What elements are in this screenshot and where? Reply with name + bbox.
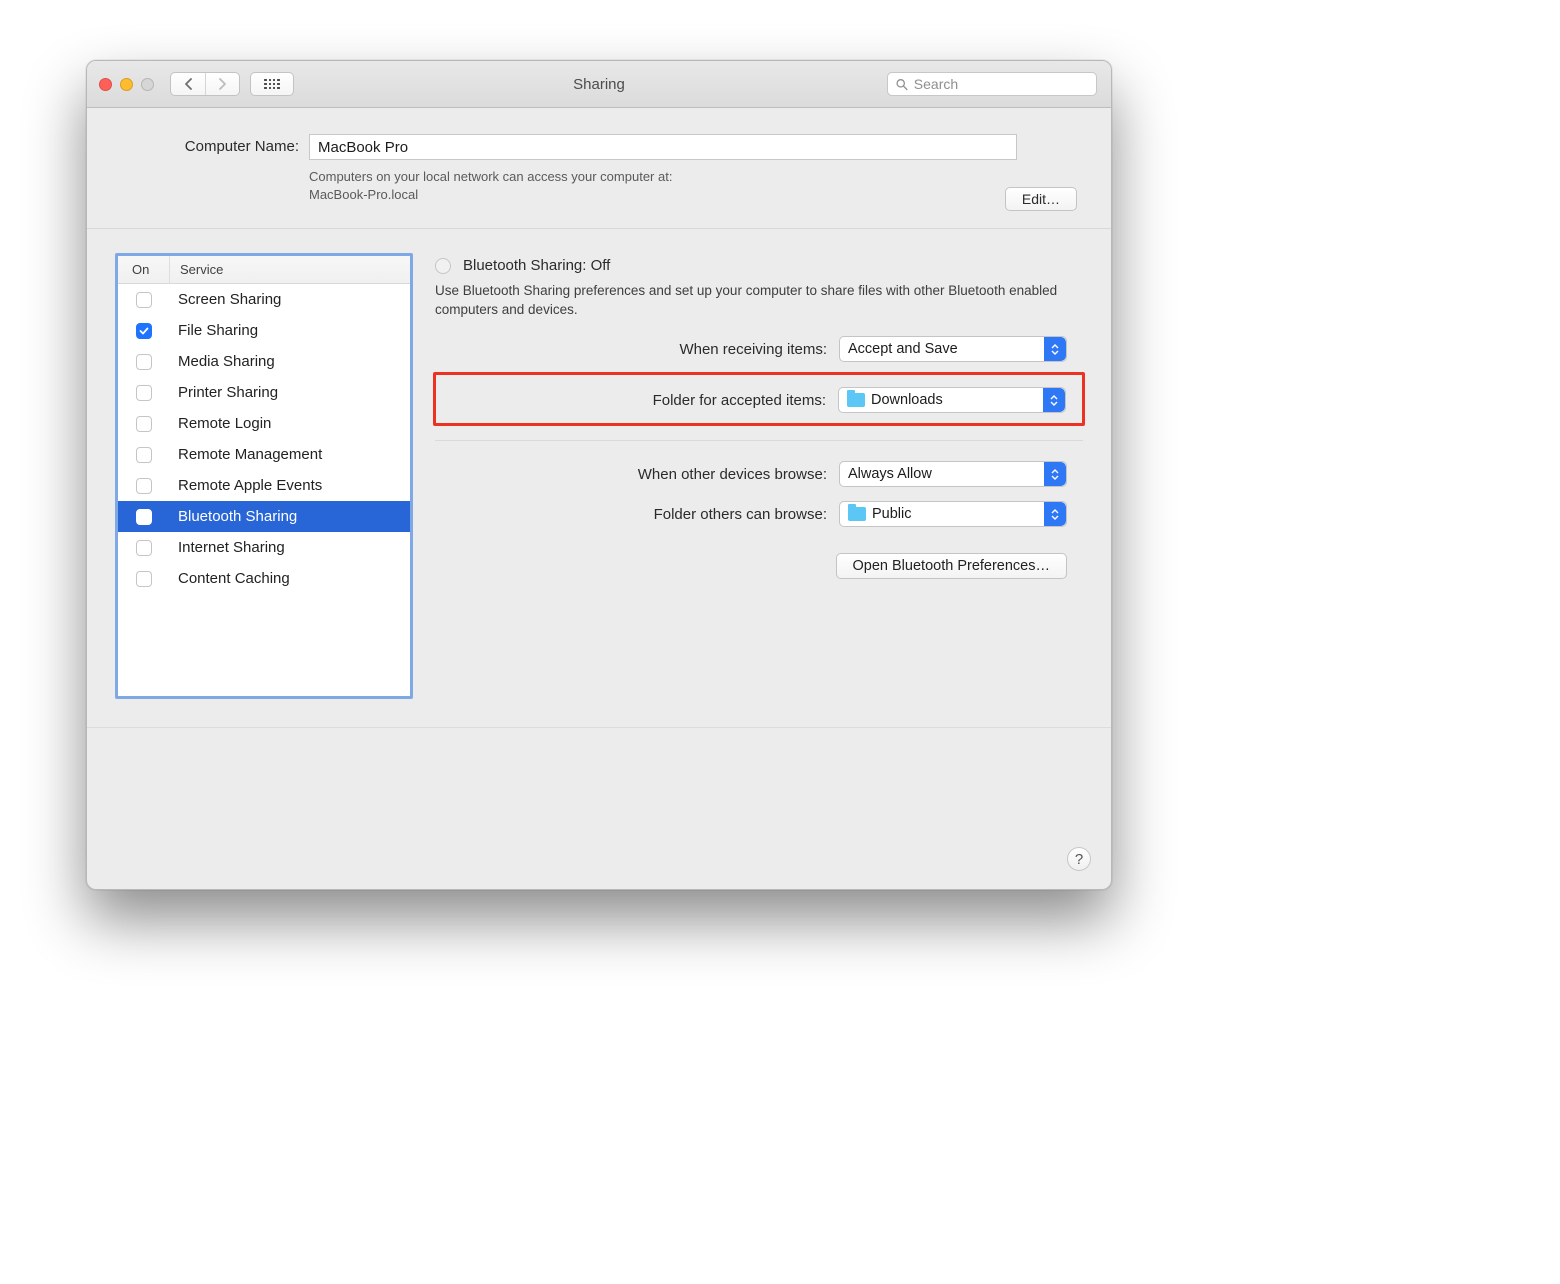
service-row[interactable]: Printer Sharing bbox=[118, 377, 410, 408]
window-controls bbox=[99, 78, 154, 91]
popup-arrows-icon bbox=[1044, 462, 1066, 486]
service-detail: Bluetooth Sharing: Off Use Bluetooth Sha… bbox=[435, 253, 1083, 699]
minimize-window-button[interactable] bbox=[120, 78, 133, 91]
popup-arrows-icon bbox=[1044, 337, 1066, 361]
services-header: On Service bbox=[118, 256, 410, 284]
service-checkbox[interactable] bbox=[136, 416, 152, 432]
computer-name-help-line1: Computers on your local network can acce… bbox=[309, 169, 672, 184]
services-table[interactable]: On Service Screen Sharing File Sharing Med… bbox=[115, 253, 413, 699]
grid-icon bbox=[264, 79, 279, 90]
zoom-window-button[interactable] bbox=[141, 78, 154, 91]
service-label: Content Caching bbox=[170, 570, 410, 587]
receiving-items-value: Accept and Save bbox=[848, 341, 958, 357]
browse-folder-row: Folder others can browse: Public bbox=[435, 501, 1083, 527]
nav-back-forward bbox=[170, 72, 240, 96]
service-label: Screen Sharing bbox=[170, 291, 410, 308]
service-status: Bluetooth Sharing: Off bbox=[463, 257, 610, 274]
service-checkbox[interactable] bbox=[136, 292, 152, 308]
bottom-divider bbox=[87, 727, 1111, 728]
receiving-items-row: When receiving items: Accept and Save bbox=[435, 336, 1083, 362]
service-checkbox[interactable] bbox=[136, 509, 152, 525]
detail-divider bbox=[435, 440, 1083, 441]
service-enable-radio[interactable] bbox=[435, 258, 451, 274]
chevron-right-icon bbox=[218, 78, 227, 90]
receiving-items-label: When receiving items: bbox=[679, 341, 827, 358]
column-header-service: Service bbox=[170, 256, 410, 283]
open-bluetooth-preferences-button[interactable]: Open Bluetooth Preferences… bbox=[836, 553, 1067, 579]
browse-label: When other devices browse: bbox=[638, 466, 827, 483]
accepted-folder-label: Folder for accepted items: bbox=[653, 392, 826, 409]
accepted-folder-value: Downloads bbox=[871, 392, 943, 408]
computer-name-row: Computer Name: Computers on your local n… bbox=[87, 108, 1111, 218]
service-checkbox[interactable] bbox=[136, 571, 152, 587]
computer-name-label: Computer Name: bbox=[117, 134, 309, 155]
service-row[interactable]: Remote Management bbox=[118, 439, 410, 470]
service-row[interactable]: Bluetooth Sharing bbox=[118, 501, 410, 532]
popup-arrows-icon bbox=[1044, 502, 1066, 526]
service-label: Remote Apple Events bbox=[170, 477, 410, 494]
search-input[interactable] bbox=[914, 76, 1088, 92]
browse-folder-value: Public bbox=[872, 506, 912, 522]
show-all-button[interactable] bbox=[250, 72, 294, 96]
popup-arrows-icon bbox=[1043, 388, 1065, 412]
content-area: On Service Screen Sharing File Sharing Med… bbox=[87, 229, 1111, 713]
service-checkbox[interactable] bbox=[136, 354, 152, 370]
service-row[interactable]: Internet Sharing bbox=[118, 532, 410, 563]
search-icon bbox=[896, 78, 908, 91]
service-label: Printer Sharing bbox=[170, 384, 410, 401]
browse-row: When other devices browse: Always Allow bbox=[435, 461, 1083, 487]
help-glyph: ? bbox=[1075, 851, 1083, 868]
browse-value: Always Allow bbox=[848, 466, 932, 482]
service-checkbox[interactable] bbox=[136, 385, 152, 401]
computer-name-help: Computers on your local network can acce… bbox=[309, 168, 869, 204]
sharing-preferences-window: Sharing Computer Name: Computers on your… bbox=[86, 60, 1112, 890]
nav-back-button[interactable] bbox=[171, 73, 205, 95]
browse-popup[interactable]: Always Allow bbox=[839, 461, 1067, 487]
service-row[interactable]: File Sharing bbox=[118, 315, 410, 346]
search-field[interactable] bbox=[887, 72, 1097, 96]
service-row[interactable]: Remote Apple Events bbox=[118, 470, 410, 501]
folder-icon bbox=[848, 507, 866, 521]
receiving-items-popup[interactable]: Accept and Save bbox=[839, 336, 1067, 362]
computer-name-help-line2: MacBook-Pro.local bbox=[309, 187, 418, 202]
chevron-left-icon bbox=[184, 78, 193, 90]
accepted-folder-highlight: Folder for accepted items: Downloads bbox=[433, 372, 1085, 426]
titlebar: Sharing bbox=[87, 61, 1111, 108]
computer-name-input[interactable] bbox=[309, 134, 1017, 160]
browse-folder-popup[interactable]: Public bbox=[839, 501, 1067, 527]
folder-icon bbox=[847, 393, 865, 407]
services-rows: Screen Sharing File Sharing Media Sharing P… bbox=[118, 284, 410, 594]
service-row[interactable]: Remote Login bbox=[118, 408, 410, 439]
service-label: Remote Management bbox=[170, 446, 410, 463]
service-label: Media Sharing bbox=[170, 353, 410, 370]
nav-forward-button[interactable] bbox=[205, 73, 239, 95]
edit-hostname-button[interactable]: Edit… bbox=[1005, 187, 1077, 211]
help-button[interactable]: ? bbox=[1067, 847, 1091, 871]
service-checkbox[interactable] bbox=[136, 447, 152, 463]
service-row[interactable]: Screen Sharing bbox=[118, 284, 410, 315]
service-label: Internet Sharing bbox=[170, 539, 410, 556]
service-label: Bluetooth Sharing bbox=[170, 508, 410, 525]
close-window-button[interactable] bbox=[99, 78, 112, 91]
service-checkbox[interactable] bbox=[136, 478, 152, 494]
browse-folder-label: Folder others can browse: bbox=[654, 506, 827, 523]
service-row[interactable]: Media Sharing bbox=[118, 346, 410, 377]
window-title: Sharing bbox=[573, 76, 625, 93]
service-label: File Sharing bbox=[170, 322, 410, 339]
service-row[interactable]: Content Caching bbox=[118, 563, 410, 594]
service-checkbox[interactable] bbox=[136, 540, 152, 556]
service-hint: Use Bluetooth Sharing preferences and se… bbox=[435, 282, 1083, 320]
column-header-on: On bbox=[118, 256, 170, 283]
service-label: Remote Login bbox=[170, 415, 410, 432]
service-checkbox[interactable] bbox=[136, 323, 152, 339]
accepted-folder-popup[interactable]: Downloads bbox=[838, 387, 1066, 413]
